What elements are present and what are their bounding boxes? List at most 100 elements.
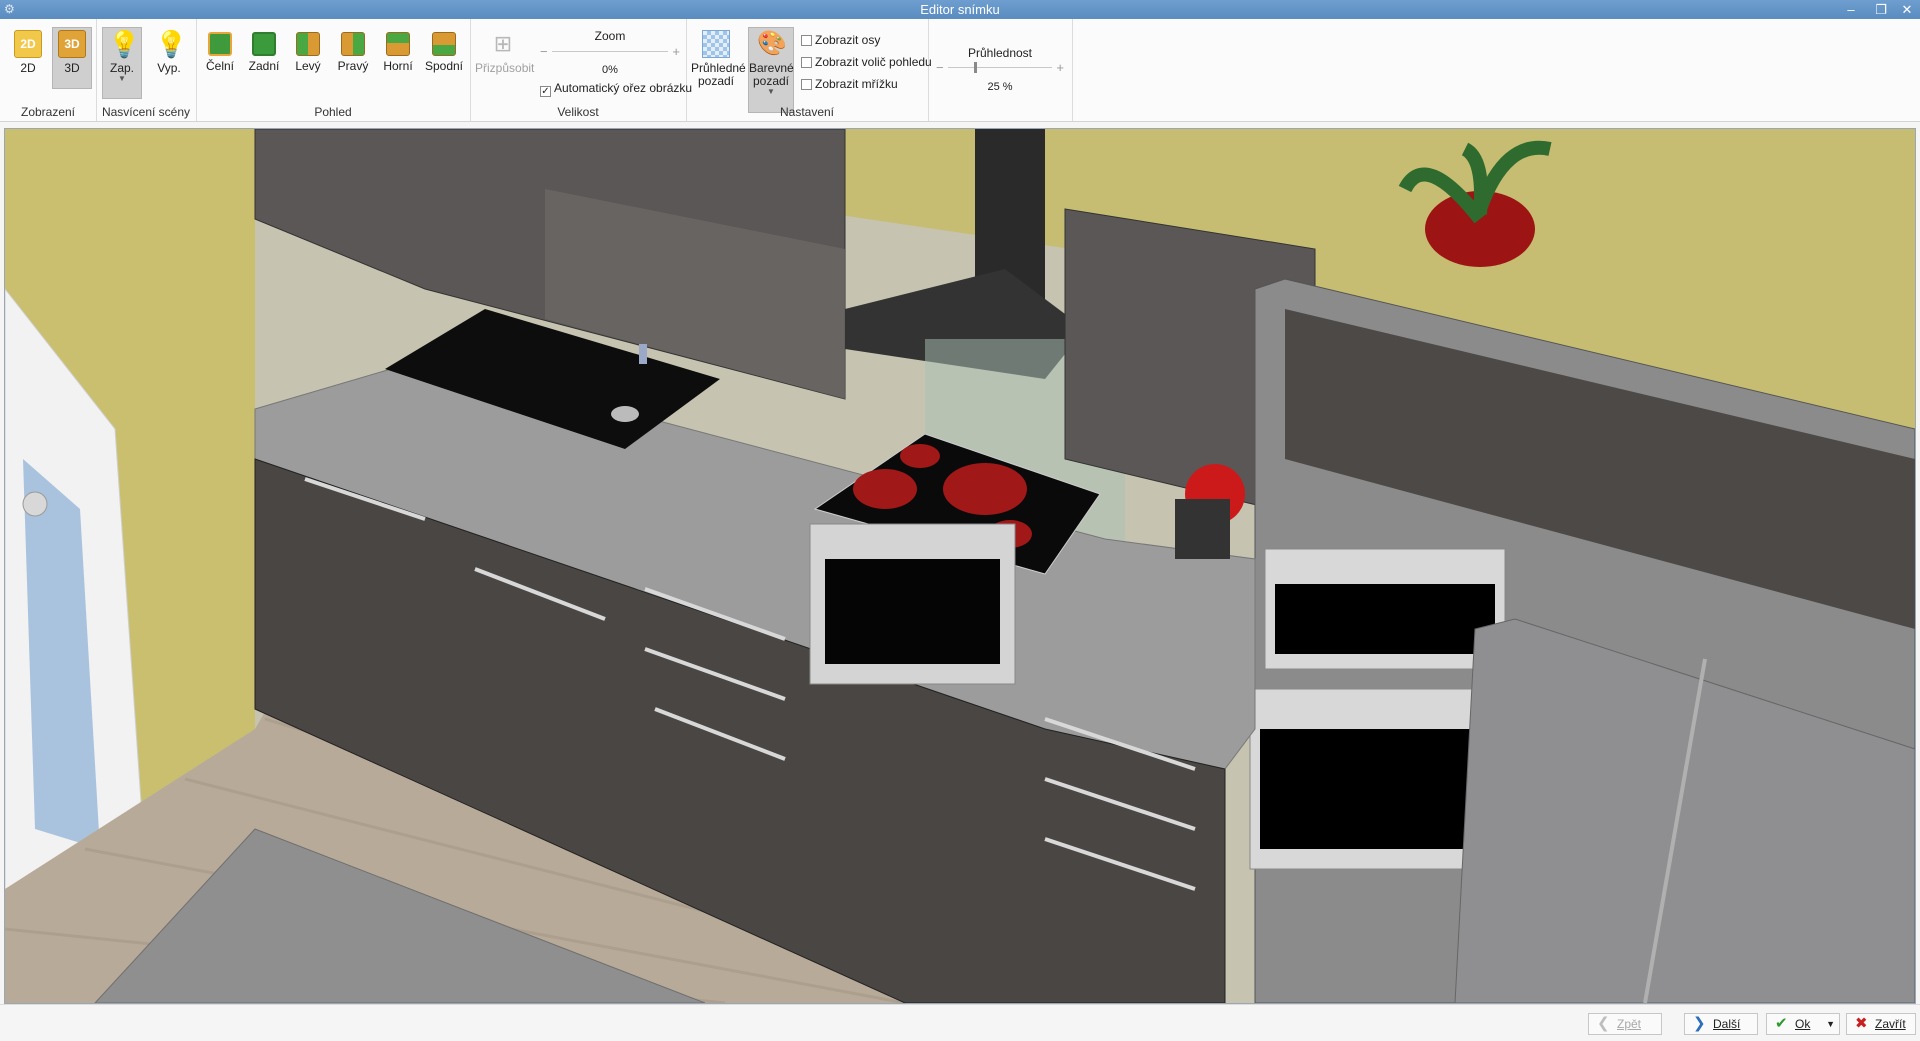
transparent-bg-icon	[702, 30, 730, 58]
colored-bg-button[interactable]: 🎨 Barevné pozadí ▼	[748, 27, 794, 113]
view-2d-button[interactable]: 2D 2D	[8, 27, 48, 89]
show-view-selector-checkbox[interactable]: Zobrazit volič pohledu	[801, 55, 932, 69]
faucet	[639, 344, 647, 364]
close-icon[interactable]: ✕	[1896, 0, 1918, 19]
3d-icon: 3D	[58, 30, 86, 58]
kitchen-3d-scene	[5, 129, 1915, 1003]
cube-top-icon	[386, 32, 410, 56]
show-axes-checkbox[interactable]: Zobrazit osy	[801, 33, 880, 47]
checkbox-icon[interactable]	[801, 35, 812, 46]
group-nastaveni: Průhledné pozadí 🎨 Barevné pozadí ▼ Zobr…	[686, 19, 932, 121]
zoom-plus-icon[interactable]: +	[672, 44, 680, 59]
next-label: Další	[1713, 1017, 1741, 1031]
transparency-thumb[interactable]	[974, 62, 977, 73]
checkbox-icon[interactable]	[801, 79, 812, 90]
checkbox-icon[interactable]	[801, 57, 812, 68]
view-right-button[interactable]: Pravý	[333, 27, 373, 89]
transparency-plus-icon[interactable]: +	[1056, 60, 1064, 75]
show-grid-label: Zobrazit mřížku	[815, 77, 898, 91]
auto-crop-label: Automatický ořez obrázku	[554, 81, 693, 95]
group-velikost: ⊞ Přizpůsobit Zoom − + 0% ✓ Automatický o…	[470, 19, 692, 121]
window-title: Editor snímku	[920, 2, 1000, 17]
view-top-button[interactable]: Horní	[378, 27, 418, 89]
show-grid-checkbox[interactable]: Zobrazit mřížku	[801, 77, 898, 91]
close-dialog-button[interactable]: ✖ Zavřít	[1846, 1013, 1916, 1035]
ribbon-toolbar: 2D 2D 3D 3D Zobrazení 💡 Zap. ▼ 💡 Vyp. Na…	[0, 19, 1920, 122]
view-top-label: Horní	[383, 59, 413, 73]
sink-drain	[611, 406, 639, 422]
lightbulb-on-icon: 💡	[108, 29, 141, 59]
group-label-zobrazeni: Zobrazení	[20, 105, 76, 119]
fit-icon: ⊞	[493, 31, 513, 56]
chevron-down-icon[interactable]: ▼	[1826, 1014, 1835, 1034]
group-nasviceni: 💡 Zap. ▼ 💡 Vyp. Nasvícení scény	[96, 19, 197, 121]
auto-crop-checkbox[interactable]: ✓ Automatický ořez obrázku	[540, 81, 692, 97]
cube-back-icon	[252, 32, 276, 56]
zoom-slider[interactable]: − +	[540, 44, 680, 59]
cube-right-icon	[341, 32, 365, 56]
view-3d-label: 3D	[64, 61, 80, 75]
zoom-track	[552, 51, 668, 52]
chevron-left-icon: ❮	[1597, 1015, 1610, 1032]
checkbox-checked-icon[interactable]: ✓	[540, 86, 551, 97]
minimize-icon[interactable]: –	[1840, 0, 1862, 19]
palette-icon: 🎨	[757, 30, 787, 57]
show-view-selector-label: Zobrazit volič pohledu	[815, 55, 932, 69]
ok-label: Ok	[1795, 1017, 1811, 1031]
group-label-nasviceni: Nasvícení scény	[101, 105, 191, 119]
group-label-nastaveni: Nastavení	[779, 105, 835, 119]
view-front-label: Čelní	[205, 59, 234, 73]
lightbulb-off-icon: 💡	[155, 29, 188, 59]
zoom-minus-icon[interactable]: −	[540, 44, 548, 59]
check-icon: ✔	[1775, 1015, 1788, 1032]
back-button[interactable]: ❮ Zpět	[1588, 1013, 1662, 1035]
close-label: Zavřít	[1875, 1017, 1906, 1031]
view-front-button[interactable]: Čelní	[200, 27, 240, 89]
transparency-slider[interactable]: − +	[936, 60, 1064, 75]
ok-button[interactable]: ✔ Ok ▼	[1766, 1013, 1840, 1035]
next-button[interactable]: ❯ Další	[1684, 1013, 1758, 1035]
view-3d-button[interactable]: 3D 3D	[52, 27, 92, 89]
transparency-track	[948, 67, 1052, 68]
cube-front-icon	[208, 32, 232, 56]
transparency-label: Průhlednost	[967, 46, 1033, 60]
view-left-button[interactable]: Levý	[288, 27, 328, 89]
close-icon: ✖	[1855, 1015, 1868, 1032]
2d-icon: 2D	[14, 30, 42, 58]
view-bottom-label: Spodní	[424, 59, 464, 73]
cube-left-icon	[296, 32, 320, 56]
chevron-right-icon: ❯	[1693, 1015, 1706, 1032]
group-pruhlednost: Průhlednost − + 25 %	[928, 19, 1073, 121]
chevron-down-icon[interactable]: ▼	[103, 75, 141, 83]
coffee-machine-body	[1175, 499, 1230, 559]
back-label: Zpět	[1617, 1017, 1642, 1031]
chevron-down-icon[interactable]: ▼	[749, 88, 793, 96]
view-bottom-button[interactable]: Spodní	[422, 27, 466, 89]
oven-1-window	[1275, 584, 1495, 654]
view-right-label: Pravý	[337, 59, 369, 73]
lighting-off-button[interactable]: 💡 Vyp.	[148, 27, 190, 89]
door-handle	[22, 491, 48, 517]
transparent-bg-label-2: pozadí	[697, 74, 735, 88]
view-back-label: Zadní	[248, 59, 280, 73]
title-bar: ⚙ Editor snímku – ❐ ✕	[0, 0, 1920, 19]
group-zobrazeni: 2D 2D 3D 3D Zobrazení	[0, 19, 97, 121]
transparency-minus-icon[interactable]: −	[936, 60, 944, 75]
group-label-pohled: Pohled	[314, 105, 352, 119]
dialog-footer: ❮ Zpět ❯ Další ✔ Ok ▼ ✖ Zavřít	[0, 1004, 1920, 1041]
lighting-on-button[interactable]: 💡 Zap. ▼	[102, 27, 142, 99]
transparency-value: 25 %	[987, 81, 1013, 93]
group-pohled: Čelní Zadní Levý Pravý Horní Spodní Pohl…	[196, 19, 471, 121]
lighting-off-label: Vyp.	[157, 61, 181, 75]
view-2d-label: 2D	[20, 61, 36, 75]
transparent-bg-button[interactable]: Průhledné pozadí	[690, 27, 746, 89]
oven-2-window	[1260, 729, 1485, 849]
view-back-button[interactable]: Zadní	[244, 27, 284, 89]
restore-icon[interactable]: ❐	[1870, 0, 1892, 19]
group-label-velikost: Velikost	[557, 105, 599, 119]
cube-bottom-icon	[432, 32, 456, 56]
view-left-label: Levý	[295, 59, 321, 73]
fit-button[interactable]: ⊞ Přizpůsobit	[474, 27, 534, 89]
render-viewport[interactable]	[4, 128, 1916, 1004]
zoom-value: 0%	[602, 64, 618, 76]
